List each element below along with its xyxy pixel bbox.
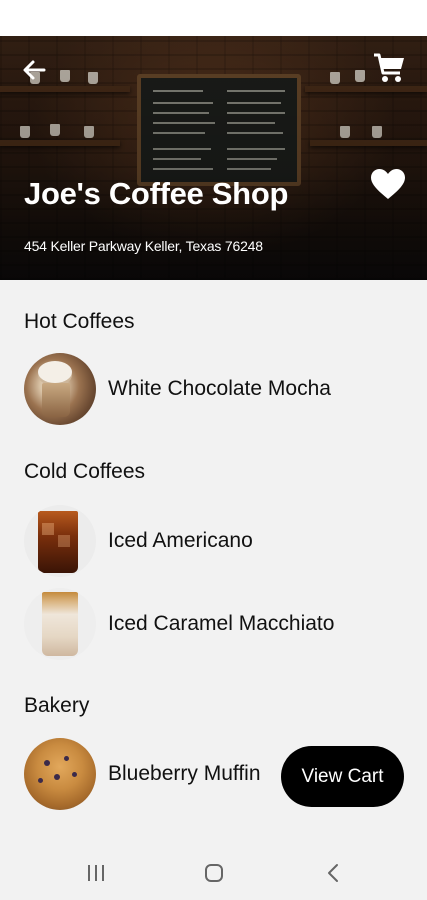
system-navigation-bar	[0, 846, 427, 900]
menu-item-name: Iced Americano	[108, 529, 253, 552]
iced-americano-photo	[24, 505, 96, 577]
menu-item-white-chocolate-mocha[interactable]: White Chocolate Mocha	[24, 353, 414, 425]
heart-icon	[371, 169, 405, 199]
recents-button[interactable]	[84, 862, 108, 884]
recents-icon	[88, 865, 104, 881]
home-button[interactable]	[202, 862, 226, 884]
system-back-icon	[328, 864, 338, 882]
menu-item-name: Blueberry Muffin	[108, 762, 261, 785]
view-cart-button[interactable]: View Cart	[281, 746, 404, 807]
arrow-left-icon	[23, 60, 46, 80]
menu-item-iced-americano[interactable]: Iced Americano	[24, 505, 414, 577]
home-icon	[205, 864, 223, 882]
section-title-bakery: Bakery	[24, 694, 90, 717]
section-title-cold-coffees: Cold Coffees	[24, 460, 146, 483]
system-back-button[interactable]	[322, 862, 346, 884]
white-chocolate-mocha-photo	[24, 353, 96, 425]
section-title-hot-coffees: Hot Coffees	[24, 310, 135, 333]
shop-address: 454 Keller Parkway Keller, Texas 76248	[24, 238, 263, 254]
menu-item-iced-caramel-macchiato[interactable]: Iced Caramel Macchiato	[24, 588, 414, 660]
menu-item-name: Iced Caramel Macchiato	[108, 612, 335, 635]
favorite-button[interactable]	[370, 168, 406, 200]
status-bar	[0, 0, 427, 36]
menu-item-name: White Chocolate Mocha	[108, 377, 331, 400]
shopping-cart-icon	[374, 53, 404, 82]
iced-caramel-macchiato-photo	[24, 588, 96, 660]
cart-button[interactable]	[372, 52, 406, 84]
blueberry-muffin-photo	[24, 738, 96, 810]
back-button[interactable]	[20, 56, 48, 84]
shop-title: Joe's Coffee Shop	[24, 176, 289, 211]
